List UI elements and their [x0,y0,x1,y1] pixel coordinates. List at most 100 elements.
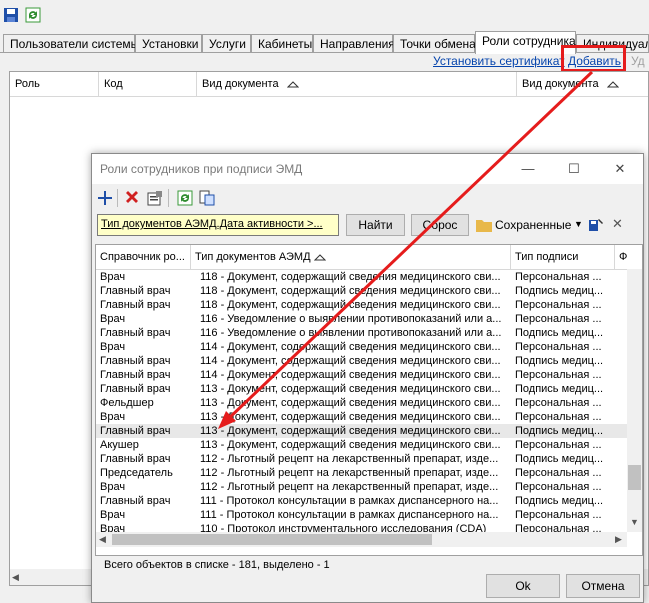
tab-exchange-points[interactable]: Точки обмена [393,34,476,52]
cell-doc-type: 116 - Уведомление о выявлении противопок… [200,313,502,325]
table-row[interactable]: Председатель 112 - Льготный рецепт на ле… [96,466,627,480]
save-filter-icon[interactable] [588,217,604,233]
ok-button[interactable]: Ok [486,574,560,598]
tab-system-users[interactable]: Пользователи системы [3,34,139,52]
cell-sign-type: Подпись медиц... [515,285,604,297]
delete-link[interactable]: Уд [631,54,645,68]
table-row[interactable]: Главный врач 113 - Документ, содержащий … [96,424,627,438]
reset-button[interactable]: Сброс [411,214,469,236]
column-header-doc-type-2-label: Вид документа [522,78,599,90]
column-header-code[interactable]: Код [99,72,197,96]
table-row[interactable]: Главный врач 118 - Документ, содержащий … [96,298,627,312]
cell-role: Врач [100,411,126,423]
cell-doc-type: 114 - Документ, содержащий сведения меди… [200,355,501,367]
table-row[interactable]: Акушер 113 - Документ, содержащий сведен… [96,438,627,452]
cell-doc-type: 112 - Льготный рецепт на лекарственный п… [200,453,499,465]
column-header-aemd-doc-type[interactable]: Тип документов АЭМД [191,245,511,269]
export-icon[interactable] [199,190,215,206]
filter-field[interactable]: Тип документов АЭМД.Дата активности >... [97,214,339,236]
cell-doc-type: 113 - Документ, содержащий сведения меди… [200,439,501,451]
table-row[interactable]: Врач 118 - Документ, содержащий сведения… [96,270,627,284]
cancel-button[interactable]: Отмена [566,574,640,598]
toolbar-separator [117,189,118,207]
cell-doc-type: 112 - Льготный рецепт на лекарственный п… [200,481,499,493]
dialog-title: Роли сотрудников при подписи ЭМД [100,162,303,176]
cell-role: Врач [100,271,126,283]
scroll-left-icon[interactable]: ◀ [99,534,106,545]
cell-role: Врач [100,509,126,521]
tab-settings[interactable]: Установки [135,34,202,52]
set-certificate-link[interactable]: Установить сертификат [433,54,565,68]
maximize-button[interactable]: ☐ [551,154,597,184]
sort-asc-icon [607,81,619,88]
cell-sign-type: Подпись медиц... [515,383,604,395]
minimize-button[interactable]: — [505,154,551,184]
tab-services[interactable]: Услуги [202,34,251,52]
column-header-sign-type[interactable]: Тип подписи [511,245,615,269]
scroll-right-icon[interactable]: ▶ [615,534,622,545]
table-row[interactable]: Врач 116 - Уведомление о выявлении проти… [96,312,627,326]
table-row[interactable]: Врач 111 - Протокол консультации в рамка… [96,508,627,522]
table-row[interactable]: Главный врач 114 - Документ, содержащий … [96,368,627,382]
column-header-role-ref[interactable]: Справочник ро... [96,245,191,269]
table-row[interactable]: Главный врач 116 - Уведомление о выявлен… [96,326,627,340]
delete-icon[interactable] [124,190,140,206]
cell-doc-type: 114 - Документ, содержащий сведения меди… [200,369,501,381]
table-row[interactable]: Главный врач 118 - Документ, содержащий … [96,284,627,298]
save-icon[interactable] [3,7,19,23]
properties-icon[interactable] [147,190,163,206]
table-row[interactable]: Врач 113 - Документ, содержащий сведения… [96,410,627,424]
cell-sign-type: Персональная ... [515,397,602,409]
add-icon[interactable] [97,190,113,206]
tab-cabinets[interactable]: Кабинеты [251,34,313,52]
cell-doc-type: 118 - Документ, содержащий сведения меди… [200,285,501,297]
table-row[interactable]: Главный врач 112 - Льготный рецепт на ле… [96,452,627,466]
column-header-f[interactable]: Ф [615,245,627,269]
cell-role: Фельдшер [100,397,154,409]
cell-doc-type: 116 - Уведомление о выявлении противопок… [200,327,502,339]
clear-filter-icon[interactable]: ✕ [612,216,623,232]
cell-role: Акушер [100,439,139,451]
main-toolbar [0,0,649,30]
column-header-role[interactable]: Роль [10,72,99,96]
cell-role: Главный врач [100,453,171,465]
tab-directions[interactable]: Направления [313,34,395,52]
table-row[interactable]: Фельдшер 113 - Документ, содержащий свед… [96,396,627,410]
cell-sign-type: Подпись медиц... [515,453,604,465]
table-row[interactable]: Главный врач 111 - Протокол консультации… [96,494,627,508]
horizontal-scrollbar[interactable]: ◀ ▶ [96,532,627,547]
table-row[interactable]: Главный врач 113 - Документ, содержащий … [96,382,627,396]
cell-role: Председатель [100,467,173,479]
column-header-doc-type-label: Вид документа [202,78,279,90]
folder-icon [476,220,492,232]
table-row[interactable]: Врач 112 - Льготный рецепт на лекарствен… [96,480,627,494]
scroll-left-icon[interactable]: ◀ [12,572,19,583]
find-button[interactable]: Найти [346,214,405,236]
cell-role: Главный врач [100,355,171,367]
column-header-doc-type[interactable]: Вид документа [197,72,517,96]
saved-filters-dropdown[interactable]: Сохраненные [495,218,571,232]
scroll-down-icon[interactable]: ▼ [630,517,639,527]
table-row[interactable]: Врач 114 - Документ, содержащий сведения… [96,340,627,354]
cell-sign-type: Подпись медиц... [515,495,604,507]
main-tabstrip: Пользователи системы Установки Услуги Ка… [0,31,649,54]
sort-asc-icon [287,81,299,88]
cell-role: Врач [100,341,126,353]
vertical-scrollbar[interactable]: ▼ [627,269,642,532]
column-header-aemd-doc-type-label: Тип документов АЭМД [195,251,311,263]
cell-sign-type: Подпись медиц... [515,355,604,367]
refresh-icon[interactable] [177,190,193,206]
column-header-doc-type-2[interactable]: Вид документа [517,72,649,96]
close-button[interactable]: ✕ [597,154,643,184]
hscroll-thumb[interactable] [112,534,432,545]
cell-role: Врач [100,313,126,325]
vscroll-thumb[interactable] [628,465,641,490]
table-row[interactable]: Главный врач 114 - Документ, содержащий … [96,354,627,368]
sort-asc-icon [314,254,326,261]
refresh-icon[interactable] [25,7,41,23]
chevron-down-icon[interactable]: ▼ [574,219,583,229]
cell-sign-type: Персональная ... [515,509,602,521]
cell-sign-type: Подпись медиц... [515,327,604,339]
cell-doc-type: 114 - Документ, содержащий сведения меди… [200,341,501,353]
cell-role: Врач [100,481,126,493]
